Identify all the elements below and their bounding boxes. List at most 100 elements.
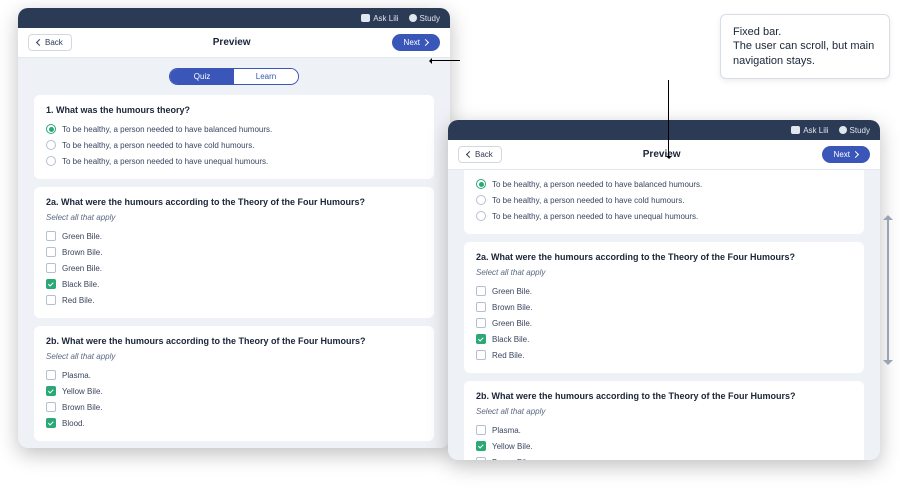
radio-option[interactable]: To be healthy, a person needed to have b… [476,176,852,192]
question-card: 2b. What were the humours according to t… [34,326,434,441]
checkbox-option[interactable]: Green Bile. [476,315,852,331]
back-label: Back [45,38,63,47]
annotation-arrow-to-next [430,60,460,61]
content-inner: Quiz Learn 1. What was the humours theor… [464,170,864,460]
option-label: Brown Bile. [492,303,532,312]
option-label: Blood. [62,419,85,428]
sun-icon [839,126,847,134]
option-label: To be healthy, a person needed to have b… [62,125,272,134]
option-label: Plasma. [492,426,521,435]
question-subtitle: Select all that apply [46,213,422,222]
global-topbar: Ask Lili Study [448,120,880,140]
radio-icon [46,124,56,134]
ask-lili-link[interactable]: Ask Lili [791,126,828,135]
checkbox-option[interactable]: Blood. [46,415,422,431]
checkbox-icon [46,402,56,412]
tab-quiz[interactable]: Quiz [170,69,234,84]
checkbox-icon [476,302,486,312]
back-button[interactable]: Back [458,146,502,163]
next-button[interactable]: Next [822,146,870,163]
checkbox-option[interactable]: Yellow Bile. [46,383,422,399]
checkbox-icon [46,247,56,257]
arrow-down-icon [883,360,893,370]
content-scroll[interactable]: Quiz Learn 1. What was the humours theor… [18,58,450,448]
next-button[interactable]: Next [392,34,440,51]
study-link[interactable]: Study [839,126,870,135]
radio-option[interactable]: To be healthy, a person needed to have b… [46,121,422,137]
checkbox-icon [476,441,486,451]
option-label: To be healthy, a person needed to have c… [62,141,254,150]
checkbox-option[interactable]: Black Bile. [476,331,852,347]
question-card: 2a. What were the humours according to t… [464,242,864,373]
question-subtitle: Select all that apply [46,352,422,361]
back-button[interactable]: Back [28,34,72,51]
question-card: 1. What was the humours theory?To be hea… [464,170,864,234]
fixed-header-bar: Back Preview Next [18,28,450,58]
tab-learn[interactable]: Learn [234,69,298,84]
checkbox-icon [476,318,486,328]
study-link[interactable]: Study [409,14,440,23]
checkbox-icon [46,418,56,428]
checkbox-option[interactable]: Green Bile. [476,283,852,299]
option-label: To be healthy, a person needed to have b… [492,180,702,189]
checkbox-icon [46,370,56,380]
checkbox-icon [46,386,56,396]
option-label: Green Bile. [62,232,102,241]
option-label: Green Bile. [492,287,532,296]
option-label: To be healthy, a person needed to have c… [492,196,684,205]
option-label: Red Bile. [62,296,94,305]
question-title: 2a. What were the humours according to t… [476,252,852,262]
content-inner: Quiz Learn 1. What was the humours theor… [34,68,434,441]
checkbox-option[interactable]: Plasma. [46,367,422,383]
checkbox-option[interactable]: Green Bile. [46,260,422,276]
chat-icon [361,14,370,22]
question-subtitle: Select all that apply [476,268,852,277]
checkbox-option[interactable]: Yellow Bile. [476,438,852,454]
chat-icon [791,126,800,134]
radio-icon [476,195,486,205]
checkbox-option[interactable]: Brown Bile. [46,399,422,415]
checkbox-icon [476,350,486,360]
chevron-right-icon [852,151,859,158]
checkbox-icon [476,457,486,460]
page-title: Preview [213,37,251,48]
radio-option[interactable]: To be healthy, a person needed to have c… [476,192,852,208]
option-label: Green Bile. [492,319,532,328]
checkbox-option[interactable]: Red Bile. [46,292,422,308]
global-topbar: Ask Lili Study [18,8,450,28]
study-label: Study [850,126,870,135]
questions-list: 1. What was the humours theory?To be hea… [34,95,434,441]
radio-option[interactable]: To be healthy, a person needed to have c… [46,137,422,153]
chevron-left-icon [466,151,473,158]
radio-option[interactable]: To be healthy, a person needed to have u… [476,208,852,224]
option-label: Brown Bile. [492,458,532,461]
content-scroll[interactable]: Quiz Learn 1. What was the humours theor… [448,170,880,460]
chevron-right-icon [422,39,429,46]
checkbox-icon [46,279,56,289]
ask-lili-link[interactable]: Ask Lili [361,14,398,23]
checkbox-icon [476,425,486,435]
checkbox-icon [46,231,56,241]
question-subtitle: Select all that apply [476,407,852,416]
option-label: Black Bile. [492,335,529,344]
radio-option[interactable]: To be healthy, a person needed to have u… [46,153,422,169]
checkbox-option[interactable]: Plasma. [476,422,852,438]
option-label: Brown Bile. [62,403,102,412]
next-label: Next [404,38,420,47]
annotation-text: Fixed bar. The user can scroll, but main… [733,25,877,68]
checkbox-option[interactable]: Brown Bile. [46,244,422,260]
page-title: Preview [643,149,681,160]
checkbox-option[interactable]: Brown Bile. [476,454,852,460]
option-label: Red Bile. [492,351,524,360]
checkbox-option[interactable]: Brown Bile. [476,299,852,315]
checkbox-option[interactable]: Red Bile. [476,347,852,363]
question-card: 2b. What were the humours according to t… [464,381,864,460]
option-label: Yellow Bile. [492,442,533,451]
radio-icon [476,179,486,189]
checkbox-option[interactable]: Black Bile. [46,276,422,292]
option-label: To be healthy, a person needed to have u… [62,157,268,166]
checkbox-icon [46,263,56,273]
checkbox-option[interactable]: Green Bile. [46,228,422,244]
option-label: Yellow Bile. [62,387,103,396]
sun-icon [409,14,417,22]
